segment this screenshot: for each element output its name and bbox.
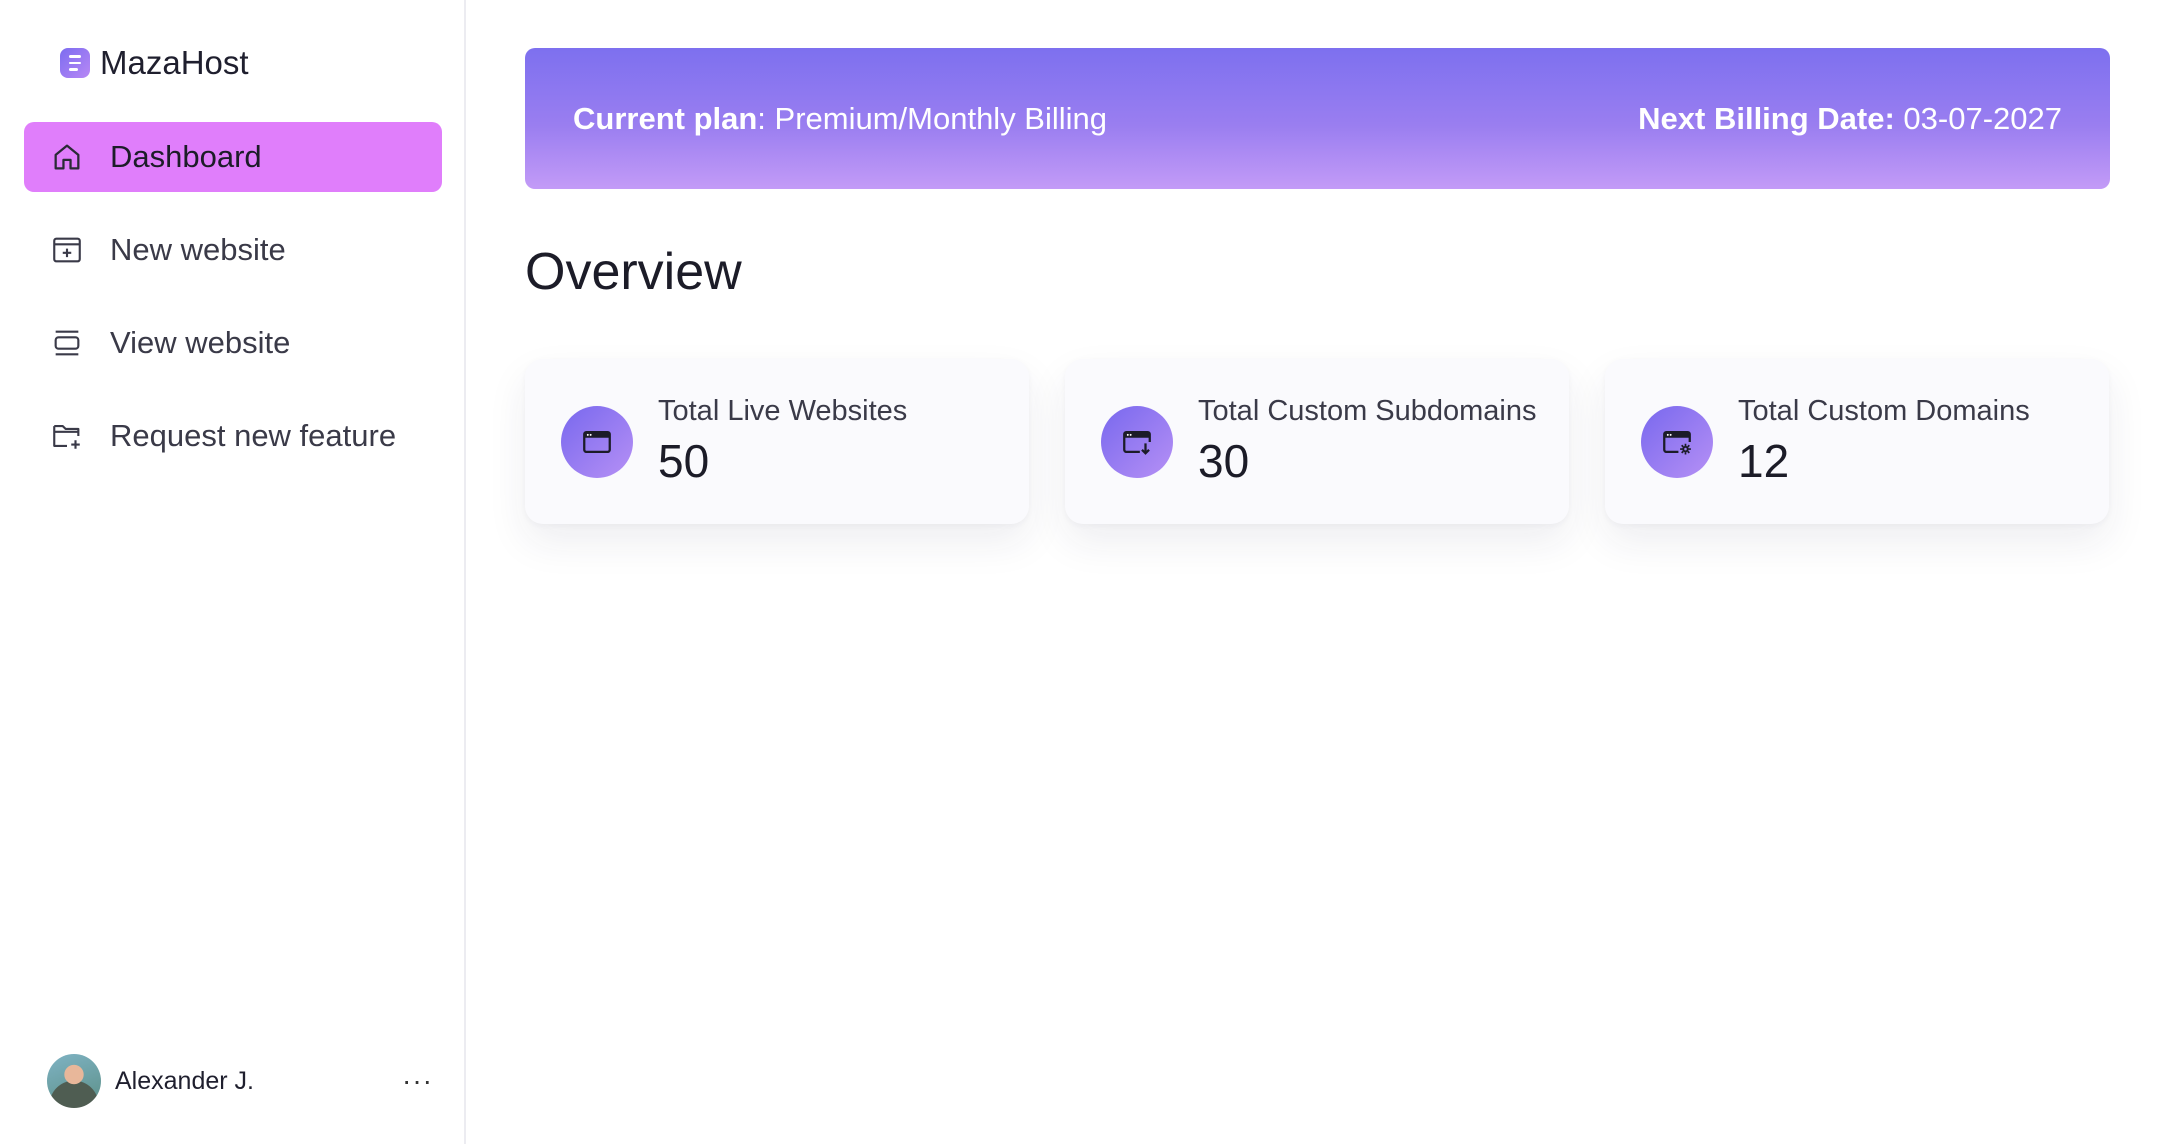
stat-label: Total Custom Domains (1738, 395, 2030, 427)
stat-card-live-websites[interactable]: Total Live Websites 50 (525, 359, 1029, 524)
stat-value: 50 (658, 435, 710, 487)
current-plan-label: Current plan (573, 100, 758, 136)
folder-plus-icon (53, 425, 80, 449)
page-title: Overview (525, 243, 742, 301)
avatar[interactable] (47, 1054, 101, 1108)
browser-download-icon (1101, 405, 1173, 478)
sidebar-item-request-feature[interactable]: Request new feature (24, 401, 442, 471)
home-icon (54, 144, 80, 170)
brand-logo[interactable]: MazaHost (60, 44, 249, 82)
brand-name: MazaHost (100, 44, 249, 81)
stat-value: 30 (1198, 435, 1250, 487)
sidebar-item-label: New website (110, 232, 286, 267)
sidebar-item-label: Request new feature (110, 418, 397, 453)
sidebar-nav: Dashboard New website View website Reque… (24, 122, 442, 494)
new-window-icon (53, 237, 81, 263)
current-plan-value: : Premium/Monthly Billing (757, 100, 1108, 136)
browser-window-icon (561, 405, 633, 478)
plan-banner: Current plan: Premium/Monthly Billing Ne… (525, 48, 2110, 189)
current-plan: Current plan: Premium/Monthly Billing (573, 101, 1107, 137)
next-billing-date: Next Billing Date: 03-07-2027 (1638, 101, 2062, 137)
sidebar-item-label: View website (110, 325, 291, 360)
sidebar-item-dashboard[interactable]: Dashboard (24, 122, 442, 192)
stat-value: 12 (1738, 435, 1790, 487)
stat-label: Total Live Websites (658, 395, 908, 427)
next-billing-label: Next Billing Date: (1638, 100, 1895, 136)
more-options-icon[interactable]: ··· (402, 1065, 433, 1097)
stat-card-custom-subdomains[interactable]: Total Custom Subdomains 30 (1065, 359, 1569, 524)
user-profile[interactable]: Alexander J. ··· (47, 1054, 435, 1108)
sidebar-item-view-website[interactable]: View website (24, 308, 442, 378)
stats-cards: Total Live Websites 50 Total Custom Subd… (525, 359, 2109, 524)
stack-icon (54, 330, 80, 356)
sidebar-item-label: Dashboard (110, 139, 262, 174)
sidebar: MazaHost Dashboard New website View webs… (0, 0, 466, 1144)
stat-label: Total Custom Subdomains (1198, 395, 1537, 427)
stat-card-custom-domains[interactable]: Total Custom Domains 12 (1605, 359, 2109, 524)
sidebar-item-new-website[interactable]: New website (24, 215, 442, 285)
user-name: Alexander J. (115, 1066, 254, 1095)
brand-logo-icon (60, 48, 90, 78)
next-billing-value: 03-07-2027 (1894, 100, 2062, 136)
browser-settings-icon (1641, 405, 1713, 478)
